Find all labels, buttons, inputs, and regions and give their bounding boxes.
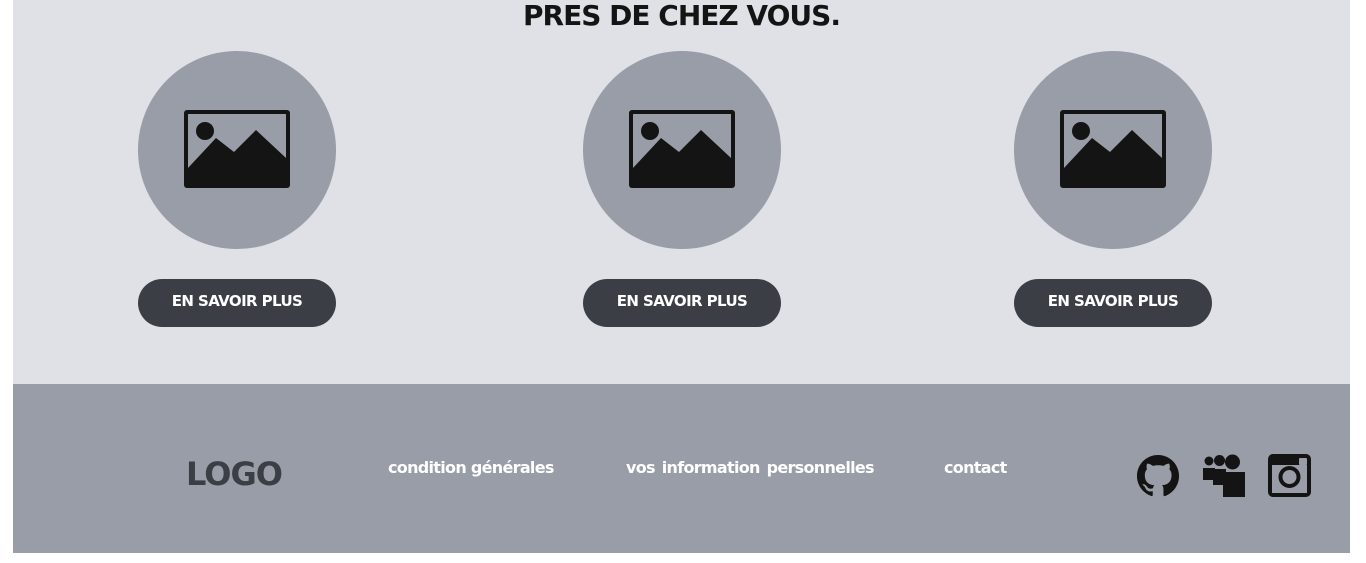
- github-link[interactable]: [1135, 454, 1181, 498]
- learn-more-button[interactable]: EN SAVOIR PLUS: [138, 279, 336, 327]
- contact-link[interactable]: contact: [944, 456, 1007, 480]
- card-image: [1014, 51, 1212, 249]
- card-image: [138, 51, 336, 249]
- image-placeholder-icon: [184, 110, 290, 188]
- learn-more-button[interactable]: EN SAVOIR PLUS: [1014, 279, 1212, 327]
- card-image: [583, 51, 781, 249]
- location-card: EN SAVOIR PLUS: [1014, 51, 1212, 327]
- github-icon: [1136, 454, 1180, 497]
- instagram-link[interactable]: [1267, 454, 1313, 498]
- location-card: EN SAVOIR PLUS: [138, 51, 336, 327]
- myspace-link[interactable]: [1201, 454, 1247, 498]
- image-placeholder-icon: [1060, 110, 1166, 188]
- terms-link[interactable]: condition générales: [388, 456, 554, 480]
- image-placeholder-icon: [629, 110, 735, 188]
- nearby-section: PRES DE CHEZ VOUS. EN SAVOIR PLUS EN SAV…: [13, 0, 1350, 384]
- myspace-icon: [1203, 454, 1245, 497]
- privacy-link[interactable]: vos information personnelles: [626, 456, 875, 480]
- section-title: PRES DE CHEZ VOUS.: [523, 0, 841, 32]
- logo[interactable]: LOGO: [186, 454, 283, 494]
- instagram-icon: [1268, 454, 1311, 497]
- location-card: EN SAVOIR PLUS: [583, 51, 781, 327]
- footer: LOGO condition générales vos information…: [13, 384, 1350, 553]
- learn-more-button[interactable]: EN SAVOIR PLUS: [583, 279, 781, 327]
- page: PRES DE CHEZ VOUS. EN SAVOIR PLUS EN SAV…: [13, 0, 1350, 553]
